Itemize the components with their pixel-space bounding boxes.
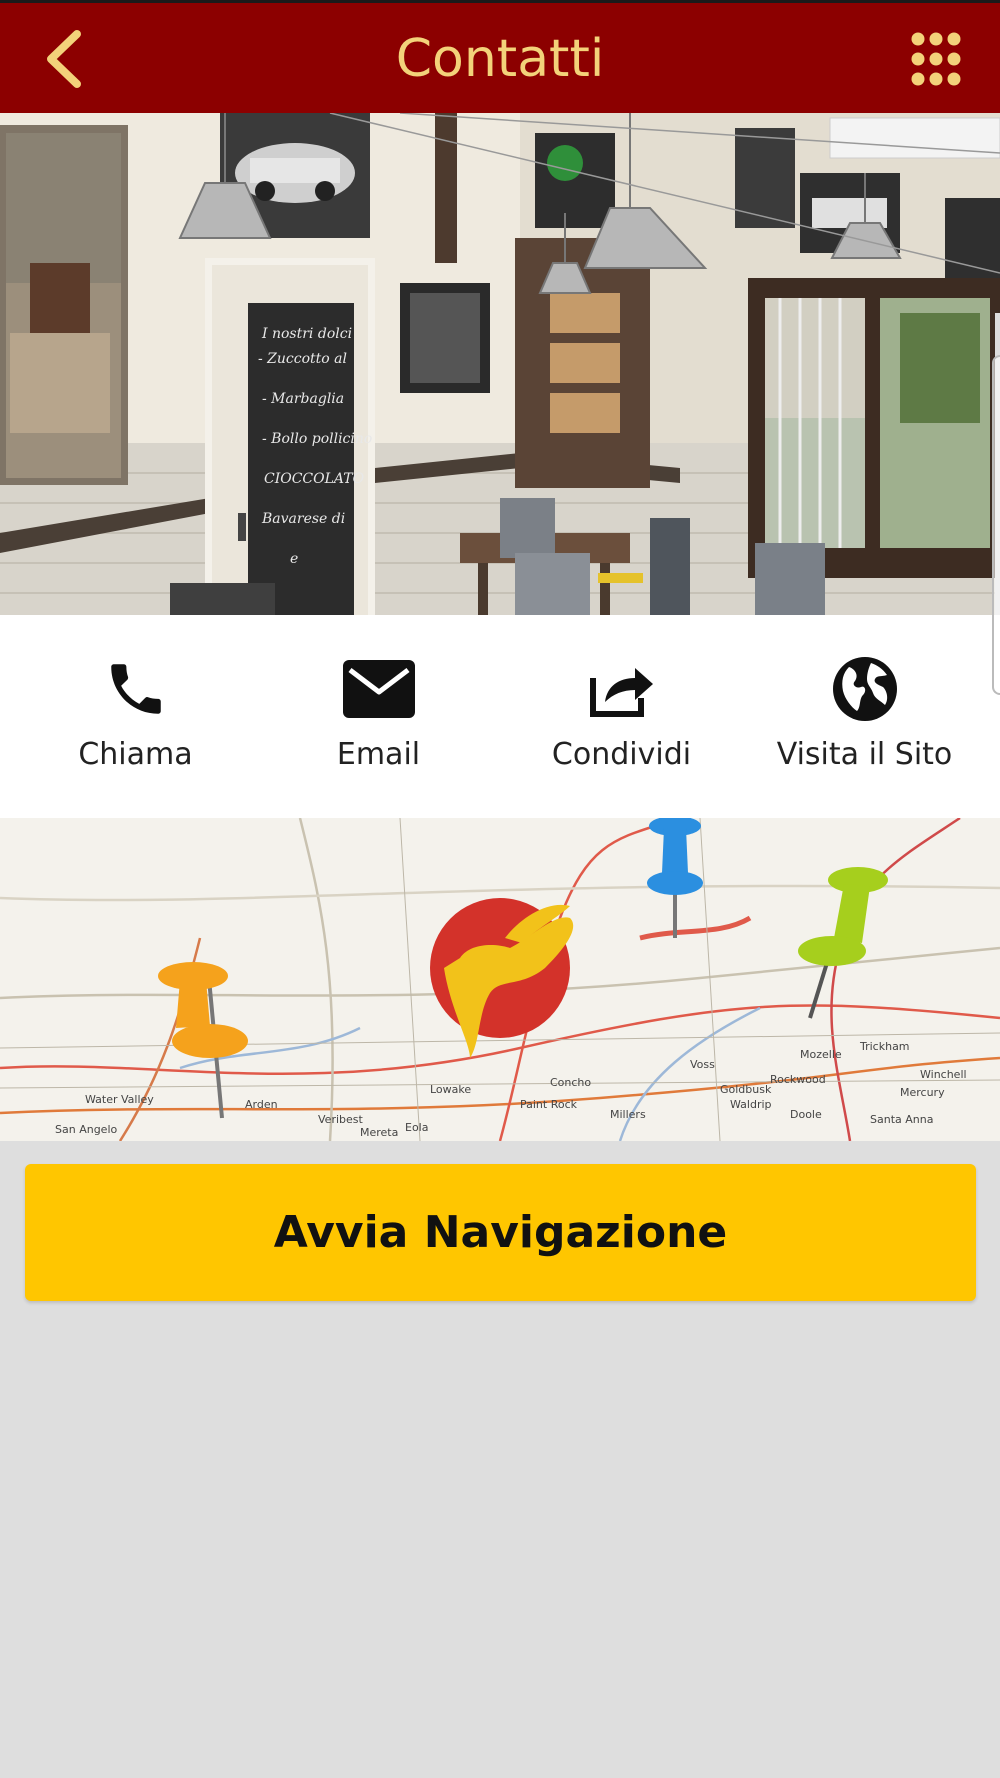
- call-label: Chiama: [78, 737, 193, 772]
- svg-text:Lowake: Lowake: [430, 1083, 471, 1096]
- svg-text:Mozelle: Mozelle: [800, 1048, 842, 1061]
- svg-text:Water Valley: Water Valley: [85, 1093, 154, 1106]
- svg-text:Doole: Doole: [790, 1108, 822, 1121]
- email-action[interactable]: Email: [257, 615, 500, 818]
- svg-text:I nostri dolci: I nostri dolci: [261, 326, 352, 342]
- page-title: Contatti: [395, 29, 605, 89]
- svg-text:Arden: Arden: [245, 1098, 278, 1111]
- svg-text:Rockwood: Rockwood: [770, 1073, 826, 1086]
- call-action[interactable]: Chiama: [14, 615, 257, 818]
- app-screen: Contatti I nostri dolci - Zuccotto al - …: [0, 0, 1000, 1778]
- back-button[interactable]: [28, 21, 98, 97]
- svg-text:Mereta: Mereta: [360, 1126, 398, 1139]
- envelope-icon: [339, 649, 419, 729]
- website-label: Visita il Sito: [776, 737, 953, 772]
- map-with-pins-image: Water Valley Arden San Angelo Veribest M…: [0, 818, 1000, 1141]
- svg-text:Waldrip: Waldrip: [730, 1098, 772, 1111]
- svg-text:San Angelo: San Angelo: [55, 1123, 117, 1136]
- menu-button[interactable]: [908, 31, 964, 87]
- svg-text:Concho: Concho: [550, 1076, 591, 1089]
- svg-text:Voss: Voss: [690, 1058, 715, 1071]
- share-icon: [582, 649, 662, 729]
- grid-menu-icon: [911, 32, 961, 86]
- restaurant-photo: I nostri dolci - Zuccotto al - Marbaglia…: [0, 113, 1000, 615]
- start-navigation-label: Avvia Navigazione: [273, 1207, 728, 1258]
- email-label: Email: [336, 737, 421, 772]
- svg-text:Santa Anna: Santa Anna: [870, 1113, 933, 1126]
- start-navigation-button[interactable]: Avvia Navigazione: [25, 1164, 976, 1301]
- phone-icon: [96, 649, 176, 729]
- svg-text:Veribest: Veribest: [318, 1113, 363, 1126]
- svg-text:Mercury: Mercury: [900, 1086, 945, 1099]
- svg-text:Millers: Millers: [610, 1108, 646, 1121]
- svg-text:CIOCCOLATO: CIOCCOLATO: [264, 471, 365, 487]
- svg-text:Eola: Eola: [405, 1121, 428, 1134]
- app-header: Contatti: [0, 0, 1000, 113]
- map-banner: Water Valley Arden San Angelo Veribest M…: [0, 818, 1000, 1141]
- svg-text:Trickham: Trickham: [859, 1040, 910, 1053]
- globe-icon: [825, 649, 905, 729]
- svg-text:e: e: [290, 551, 298, 567]
- svg-text:- Bollo pollicino: - Bollo pollicino: [262, 431, 372, 447]
- edge-panel-handle[interactable]: [992, 355, 1000, 695]
- svg-text:- Marbaglia: - Marbaglia: [262, 391, 344, 407]
- svg-text:- Zuccotto al: - Zuccotto al: [258, 351, 347, 367]
- svg-text:Goldbusk: Goldbusk: [720, 1083, 772, 1096]
- contact-actions: Chiama Email Condividi Visita il Sito: [0, 615, 1000, 818]
- website-action[interactable]: Visita il Sito: [743, 615, 986, 818]
- svg-text:Winchell: Winchell: [920, 1068, 967, 1081]
- restaurant-interior-image: I nostri dolci - Zuccotto al - Marbaglia…: [0, 113, 1000, 615]
- share-action[interactable]: Condividi: [500, 615, 743, 818]
- chevron-left-icon: [47, 30, 81, 88]
- share-label: Condividi: [551, 737, 692, 772]
- svg-text:Paint Rock: Paint Rock: [520, 1098, 578, 1111]
- svg-text:Bavarese di: Bavarese di: [261, 511, 345, 527]
